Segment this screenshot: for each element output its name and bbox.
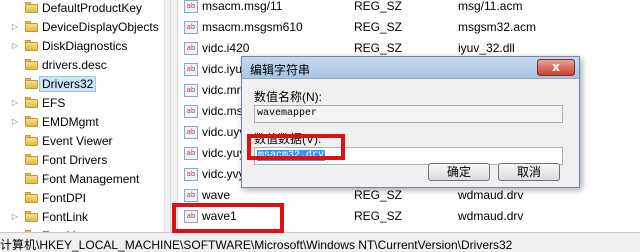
string-value-icon: ab	[184, 63, 198, 76]
value-data: msgsm32.acm	[458, 20, 537, 34]
folder-icon	[25, 2, 38, 13]
status-bar: 计算机\HKEY_LOCAL_MACHINE\SOFTWARE\Microsof…	[0, 232, 640, 252]
dialog-title: 编辑字符串	[250, 63, 311, 77]
value-row[interactable]: ab msacm.msgsm610 REG_SZ msgsm32.acm	[178, 17, 640, 38]
registry-key-tree[interactable]: DefaultProductKey ▷ DeviceDisplayObjects ▷ D…	[0, 0, 170, 232]
expand-arrow-icon[interactable]: ▷	[10, 117, 20, 127]
value-name: msacm.msg/11	[202, 0, 283, 13]
value-name: wave	[202, 188, 231, 202]
value-name-label: 数值名称(N):	[254, 90, 322, 104]
tree-item[interactable]: ▷ EFS	[0, 94, 170, 113]
string-value-icon: ab	[184, 189, 198, 202]
tree-item-label: DiskDiagnostics	[42, 39, 128, 53]
string-value-icon: ab	[184, 0, 198, 13]
value-name: msacm.msgsm610	[202, 20, 303, 34]
folder-icon	[25, 135, 38, 146]
tree-item-label: Font Drivers	[42, 153, 108, 167]
tree-item-label: DefaultProductKey	[42, 1, 143, 15]
value-type: REG_SZ	[354, 20, 403, 34]
value-data: iyuv_32.dll	[458, 41, 515, 55]
expand-arrow-icon[interactable]: ▷	[10, 98, 20, 108]
folder-icon	[25, 211, 38, 222]
folder-icon	[25, 173, 38, 184]
folder-icon	[25, 59, 38, 70]
expand-arrow-icon[interactable]: ▷	[10, 22, 20, 32]
tree-item-label: EFS	[42, 96, 66, 110]
tree-item[interactable]: ▷ FontLink	[0, 208, 170, 227]
cancel-button[interactable]: 取消	[498, 163, 560, 181]
value-data: wdmaud.drv	[458, 188, 524, 202]
dialog-titlebar[interactable]: 编辑字符串 x	[242, 57, 579, 79]
string-value-icon: ab	[184, 168, 198, 181]
value-name: vidc.i420	[202, 41, 250, 55]
edit-string-dialog: 编辑字符串 x 数值名称(N): wavemapper 数值数据(V): msa…	[241, 56, 580, 188]
registry-path: 计算机\HKEY_LOCAL_MACHINE\SOFTWARE\Microsof…	[0, 238, 513, 252]
highlight-box-value-data	[247, 134, 345, 160]
tree-item[interactable]: Font Management	[0, 170, 170, 189]
folder-icon	[25, 21, 38, 32]
ok-button[interactable]: 确定	[428, 163, 490, 181]
string-value-icon: ab	[184, 84, 198, 97]
expand-arrow-icon[interactable]: ▷	[10, 212, 20, 222]
value-data: wdmaud.drv	[458, 209, 524, 223]
tree-item-label: Event Viewer	[42, 134, 113, 148]
string-value-icon: ab	[184, 105, 198, 118]
string-value-icon: ab	[184, 126, 198, 139]
string-value-icon: ab	[184, 21, 198, 34]
value-row[interactable]: ab msacm.msg/11 REG_SZ msg/11.acm	[178, 0, 640, 17]
tree-item[interactable]: ▷ EMDMgmt	[0, 113, 170, 132]
value-type: REG_SZ	[354, 209, 403, 223]
value-name-field: wavemapper	[254, 105, 563, 123]
string-value-icon: ab	[184, 147, 198, 160]
folder-icon	[25, 40, 38, 51]
tree-item-label: EMDMgmt	[42, 115, 99, 129]
value-type: REG_SZ	[354, 188, 403, 202]
folder-icon	[25, 116, 38, 127]
tree-item-label: FontDPI	[42, 191, 87, 205]
tree-item[interactable]: ▷ DiskDiagnostics	[0, 37, 170, 56]
tree-item[interactable]: DefaultProductKey	[0, 0, 170, 18]
tree-item-label: Font Management	[42, 172, 140, 186]
folder-icon	[25, 154, 38, 165]
tree-item-label: drivers.desc	[42, 58, 107, 72]
folder-icon	[25, 192, 38, 203]
highlight-box-wavemapper	[172, 203, 284, 233]
value-type: REG_SZ	[354, 0, 403, 13]
tree-item-label: Drivers32	[38, 76, 97, 92]
value-type: REG_SZ	[354, 41, 403, 55]
tree-item[interactable]: Drivers32	[0, 75, 170, 94]
tree-item-label: FontLink	[42, 210, 89, 224]
tree-item[interactable]: Event Viewer	[0, 132, 170, 151]
tree-item[interactable]: ▷ DeviceDisplayObjects	[0, 18, 170, 37]
expand-arrow-icon[interactable]: ▷	[10, 41, 20, 51]
tree-item[interactable]: FontDPI	[0, 189, 170, 208]
pane-splitter[interactable]	[170, 0, 178, 232]
close-button[interactable]: x	[537, 59, 575, 76]
tree-item-label: DeviceDisplayObjects	[42, 20, 159, 34]
string-value-icon: ab	[184, 42, 198, 55]
tree-item[interactable]: drivers.desc	[0, 56, 170, 75]
tree-item[interactable]: Font Drivers	[0, 151, 170, 170]
value-data: msg/11.acm	[458, 0, 523, 13]
folder-icon	[25, 97, 38, 108]
folder-icon	[25, 78, 38, 89]
dialog-body: 数值名称(N): wavemapper 数值数据(V): msacm32.drv…	[242, 79, 579, 187]
